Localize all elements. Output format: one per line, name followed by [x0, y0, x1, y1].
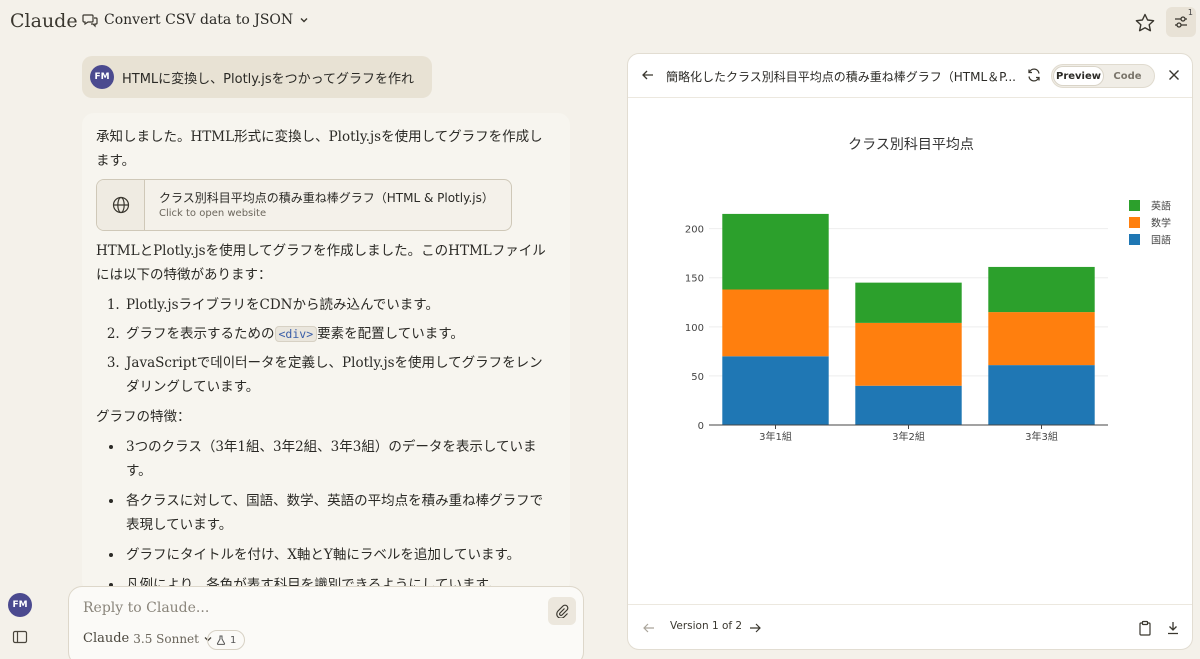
- traits-list: 3つのクラス（3年1組、3年2組、3年3組）のデータを表示しています。 各クラス…: [124, 435, 556, 593]
- project-count: 1: [230, 634, 237, 646]
- trait-item: 3つのクラス（3年1組、3年2組、3年3組）のデータを表示しています。: [124, 435, 556, 483]
- feature-text: Plotly.jsライブラリをCDNから読み込んでいます。: [126, 297, 439, 313]
- refresh-icon[interactable]: [1026, 67, 1042, 83]
- user-avatar: FM: [90, 65, 114, 89]
- bars-layer: [722, 213, 1095, 425]
- chat-bubbles-icon: [82, 14, 98, 28]
- clipboard-icon[interactable]: [1138, 620, 1152, 636]
- y-tick-label: 50: [691, 372, 704, 383]
- bar-segment[interactable]: [855, 385, 962, 425]
- user-message-text: HTMLに変換し、Plotly.jsをつかってグラフを作れ: [122, 71, 414, 87]
- bar-segment[interactable]: [722, 213, 829, 290]
- legend-label[interactable]: 英語: [1151, 200, 1171, 213]
- preview-tab[interactable]: Preview: [1054, 67, 1103, 85]
- conversation-title: Convert CSV data to JSON: [104, 12, 294, 28]
- sliders-icon: [1175, 16, 1187, 28]
- bar-segment[interactable]: [722, 356, 829, 425]
- chevron-down-icon: [300, 18, 308, 23]
- feature-item: JavaScriptで데이터ータを定義し、Plotly.jsを使用してグラフをレ…: [124, 351, 556, 399]
- model-version: 3.5 Sonnet: [133, 631, 199, 646]
- bar-segment[interactable]: [855, 282, 962, 323]
- stacked-bar-chart: クラス別科目平均点 0 50 100 150 200 3年1組 3年2組 3年3組 英語数学国…: [685, 137, 1171, 443]
- artifact-panel-footer: Version 1 of 2: [628, 604, 1192, 649]
- code-tab[interactable]: Code: [1103, 67, 1152, 85]
- top-bar: Claude Convert CSV data to JSON 1: [0, 0, 1200, 44]
- bar-segment[interactable]: [988, 266, 1095, 313]
- bar-segment[interactable]: [988, 312, 1095, 366]
- legend-swatch[interactable]: [1129, 200, 1140, 211]
- feature-text: JavaScriptで데이터ータを定義し、Plotly.jsを使用してグラフをレ…: [126, 355, 543, 395]
- feature-list: Plotly.jsライブラリをCDNから読み込んでいます。 グラフを表示するため…: [124, 293, 556, 399]
- conversation-title-menu[interactable]: Convert CSV data to JSON: [82, 12, 309, 28]
- assistant-message: 承知しました。HTML形式に変換し、Plotly.jsを使用してグラフを作成しま…: [82, 113, 570, 593]
- artifact-card-title: クラス別科目平均点の積み重ね棒グラフ（HTML & Plotly.js）: [159, 191, 494, 205]
- x-tick-label: 3年3組: [1025, 430, 1058, 443]
- settings-sliders-button[interactable]: 1: [1166, 7, 1196, 37]
- user-message: FM HTMLに変換し、Plotly.jsをつかってグラフを作れ: [82, 56, 432, 98]
- arrow-left-icon[interactable]: [640, 67, 656, 83]
- artifact-card[interactable]: クラス別科目平均点の積み重ね棒グラフ（HTML & Plotly.js） Cli…: [96, 179, 512, 231]
- sidebar-toggle-icon[interactable]: [12, 629, 28, 645]
- settings-badge: 1: [1187, 8, 1193, 17]
- attach-button[interactable]: [548, 597, 576, 625]
- paperclip-icon: [556, 604, 569, 618]
- assistant-summary: HTMLとPlotly.jsを使用してグラフを作成しました。このHTMLファイル…: [96, 243, 546, 283]
- inline-code: <div>: [274, 326, 318, 342]
- close-icon[interactable]: [1166, 67, 1182, 83]
- brand-logo[interactable]: Claude: [10, 10, 78, 32]
- star-icon[interactable]: [1134, 12, 1156, 34]
- legend-label[interactable]: 国語: [1151, 234, 1171, 247]
- artifact-title: 簡略化したクラス別科目平均点の積み重ね棒グラフ（HTML＆P...: [666, 70, 1016, 84]
- y-tick-label: 0: [698, 421, 704, 432]
- feature-item: グラフを表示するための<div>要素を配置しています。: [124, 322, 556, 346]
- download-icon[interactable]: [1166, 620, 1180, 636]
- arrow-right-icon[interactable]: [748, 621, 762, 635]
- reply-input[interactable]: [83, 600, 523, 616]
- artifact-panel: 簡略化したクラス別科目平均点の積み重ね棒グラフ（HTML＆P... Previe…: [627, 53, 1193, 650]
- chart-preview: クラス別科目平均点 0 50 100 150 200 3年1組 3年2組 3年3組 英語数学国…: [628, 99, 1192, 604]
- chart-title: クラス別科目平均点: [848, 137, 974, 153]
- legend-swatch[interactable]: [1129, 217, 1140, 228]
- x-tick-label: 3年1組: [759, 430, 792, 443]
- bar-segment[interactable]: [855, 322, 962, 386]
- bar-segment[interactable]: [722, 289, 829, 357]
- preview-code-toggle: Preview Code: [1051, 64, 1155, 88]
- arrow-left-icon[interactable]: [642, 621, 656, 635]
- trait-item: 各クラスに対して、国語、数学、英語の平均点を積み重ね棒グラフで表現しています。: [124, 489, 556, 537]
- legend-swatch[interactable]: [1129, 234, 1140, 245]
- model-name: Claude: [83, 631, 130, 646]
- feature-item: Plotly.jsライブラリをCDNから読み込んでいます。: [124, 293, 556, 317]
- globe-icon: [112, 196, 129, 214]
- traits-heading: グラフの特徴：: [96, 409, 191, 425]
- version-label: Version 1 of 2: [670, 620, 743, 632]
- y-tick-label: 100: [685, 323, 704, 334]
- reply-composer: Claude 3.5 Sonnet 1: [68, 586, 584, 659]
- feature-text: 要素を配置しています。: [317, 326, 464, 342]
- bar-segment[interactable]: [988, 365, 1095, 425]
- y-tick-label: 200: [685, 225, 704, 236]
- flask-icon: [216, 635, 226, 645]
- legend-label[interactable]: 数学: [1151, 217, 1171, 230]
- legend-layer: 英語数学国語: [1129, 200, 1171, 247]
- trait-item: グラフにタイトルを付け、X軸とY軸にラベルを追加しています。: [124, 543, 556, 567]
- artifact-card-subtitle: Click to open website: [159, 208, 267, 219]
- feature-text: グラフを表示するための: [126, 326, 275, 342]
- artifact-card-icon-box: [97, 180, 145, 230]
- artifact-panel-header: 簡略化したクラス別科目平均点の積み重ね棒グラフ（HTML＆P... Previe…: [628, 54, 1192, 98]
- model-selector[interactable]: Claude 3.5 Sonnet: [83, 631, 213, 646]
- project-knowledge-chip[interactable]: 1: [207, 630, 246, 650]
- x-tick-label: 3年2組: [892, 430, 925, 443]
- assistant-intro: 承知しました。HTML形式に変換し、Plotly.jsを使用してグラフを作成しま…: [96, 129, 543, 169]
- y-tick-label: 150: [685, 274, 704, 285]
- account-avatar[interactable]: FM: [8, 593, 32, 617]
